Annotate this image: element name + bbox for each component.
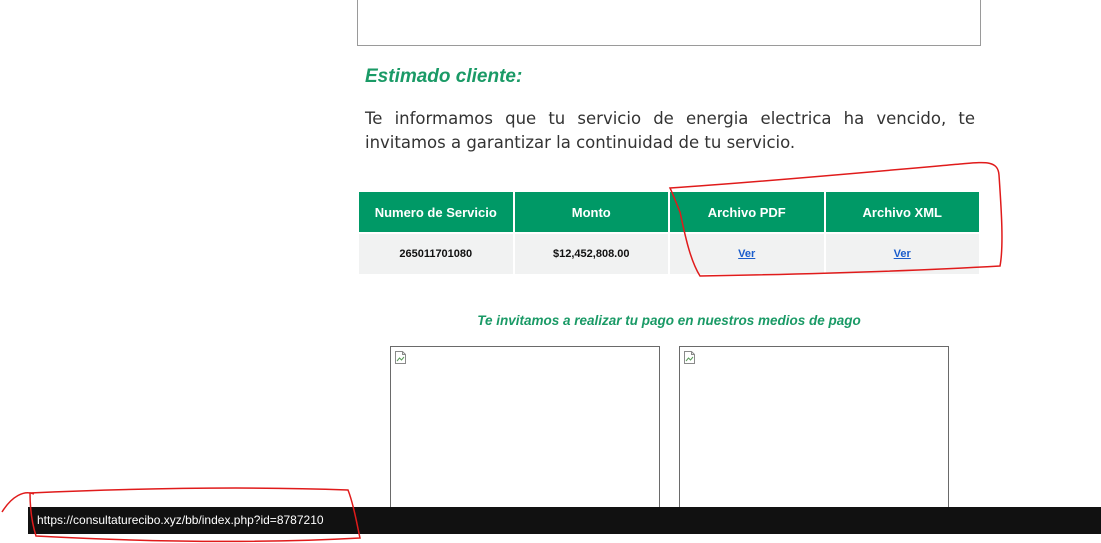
table-header-row: Numero de Servicio Monto Archivo PDF Arc… [359,192,979,232]
amount-cell: $12,452,808.00 [514,234,668,274]
header-pdf: Archivo PDF [670,192,824,232]
top-frame-box [357,0,981,46]
broken-image-icon [395,351,406,364]
greeting-heading: Estimado cliente: [365,66,523,87]
xml-cell: Ver [825,234,979,274]
pdf-cell: Ver [670,234,824,274]
service-number-cell: 265011701080 [359,234,513,274]
xml-view-link[interactable]: Ver [894,248,911,260]
pdf-view-link[interactable]: Ver [738,248,755,260]
table-row: 265011701080 $12,452,808.00 Ver Ver [359,234,979,274]
status-url: https://consultaturecibo.xyz/bb/index.ph… [37,513,324,527]
notice-message: Te informamos que tu servicio de energia… [365,109,975,152]
link-status-bar: https://consultaturecibo.xyz/bb/index.ph… [28,507,1101,534]
payment-image-2[interactable] [679,346,949,526]
header-service-number: Numero de Servicio [359,192,513,232]
payment-methods-title: Te invitamos a realizar tu pago en nuest… [477,313,861,328]
header-xml: Archivo XML [825,192,979,232]
payment-image-1[interactable] [390,346,660,526]
broken-image-icon [684,351,695,364]
service-table: Numero de Servicio Monto Archivo PDF Arc… [357,190,981,276]
header-amount: Monto [514,192,668,232]
